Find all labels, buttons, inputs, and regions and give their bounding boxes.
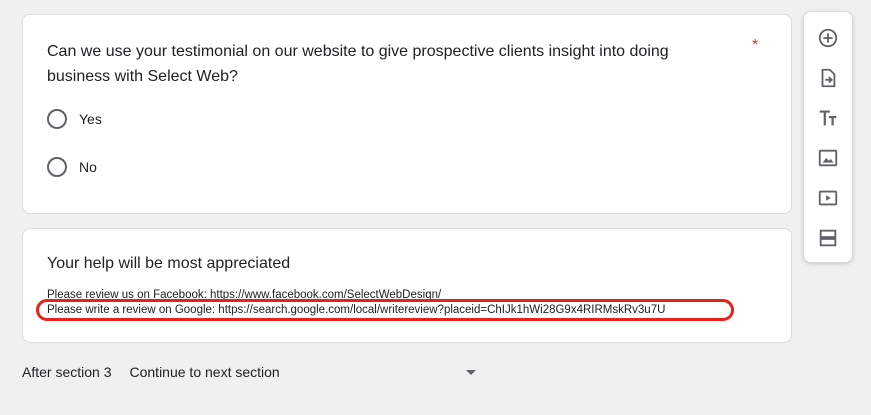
dropdown-arrow-icon[interactable] bbox=[465, 369, 476, 375]
after-section-label: After section 3 bbox=[22, 364, 112, 380]
add-title-icon[interactable] bbox=[816, 106, 840, 130]
required-asterisk: * bbox=[752, 37, 759, 54]
radio-no[interactable] bbox=[47, 157, 67, 177]
side-toolbar bbox=[803, 11, 853, 263]
add-section-icon[interactable] bbox=[816, 226, 840, 250]
add-image-icon[interactable] bbox=[816, 146, 840, 170]
option-no[interactable]: No bbox=[47, 157, 97, 177]
after-section-row: After section 3 Continue to next section bbox=[22, 364, 476, 380]
after-section-dropdown[interactable]: Continue to next section bbox=[130, 364, 476, 380]
option-yes[interactable]: Yes bbox=[47, 109, 102, 129]
option-label-yes: Yes bbox=[79, 111, 102, 127]
after-section-value: Continue to next section bbox=[129, 364, 280, 380]
option-label-no: No bbox=[79, 159, 97, 175]
section-description-google: Please write a review on Google: https:/… bbox=[47, 304, 666, 316]
add-video-icon[interactable] bbox=[816, 186, 840, 210]
import-questions-icon[interactable] bbox=[816, 66, 840, 90]
question-card[interactable]: Can we use your testimonial on our websi… bbox=[22, 14, 792, 214]
question-title: Can we use your testimonial on our websi… bbox=[47, 43, 669, 85]
radio-yes[interactable] bbox=[47, 109, 67, 129]
section-title: Your help will be most appreciated bbox=[47, 255, 291, 272]
add-question-icon[interactable] bbox=[816, 26, 840, 50]
section-card[interactable]: Your help will be most appreciated Pleas… bbox=[22, 228, 792, 343]
